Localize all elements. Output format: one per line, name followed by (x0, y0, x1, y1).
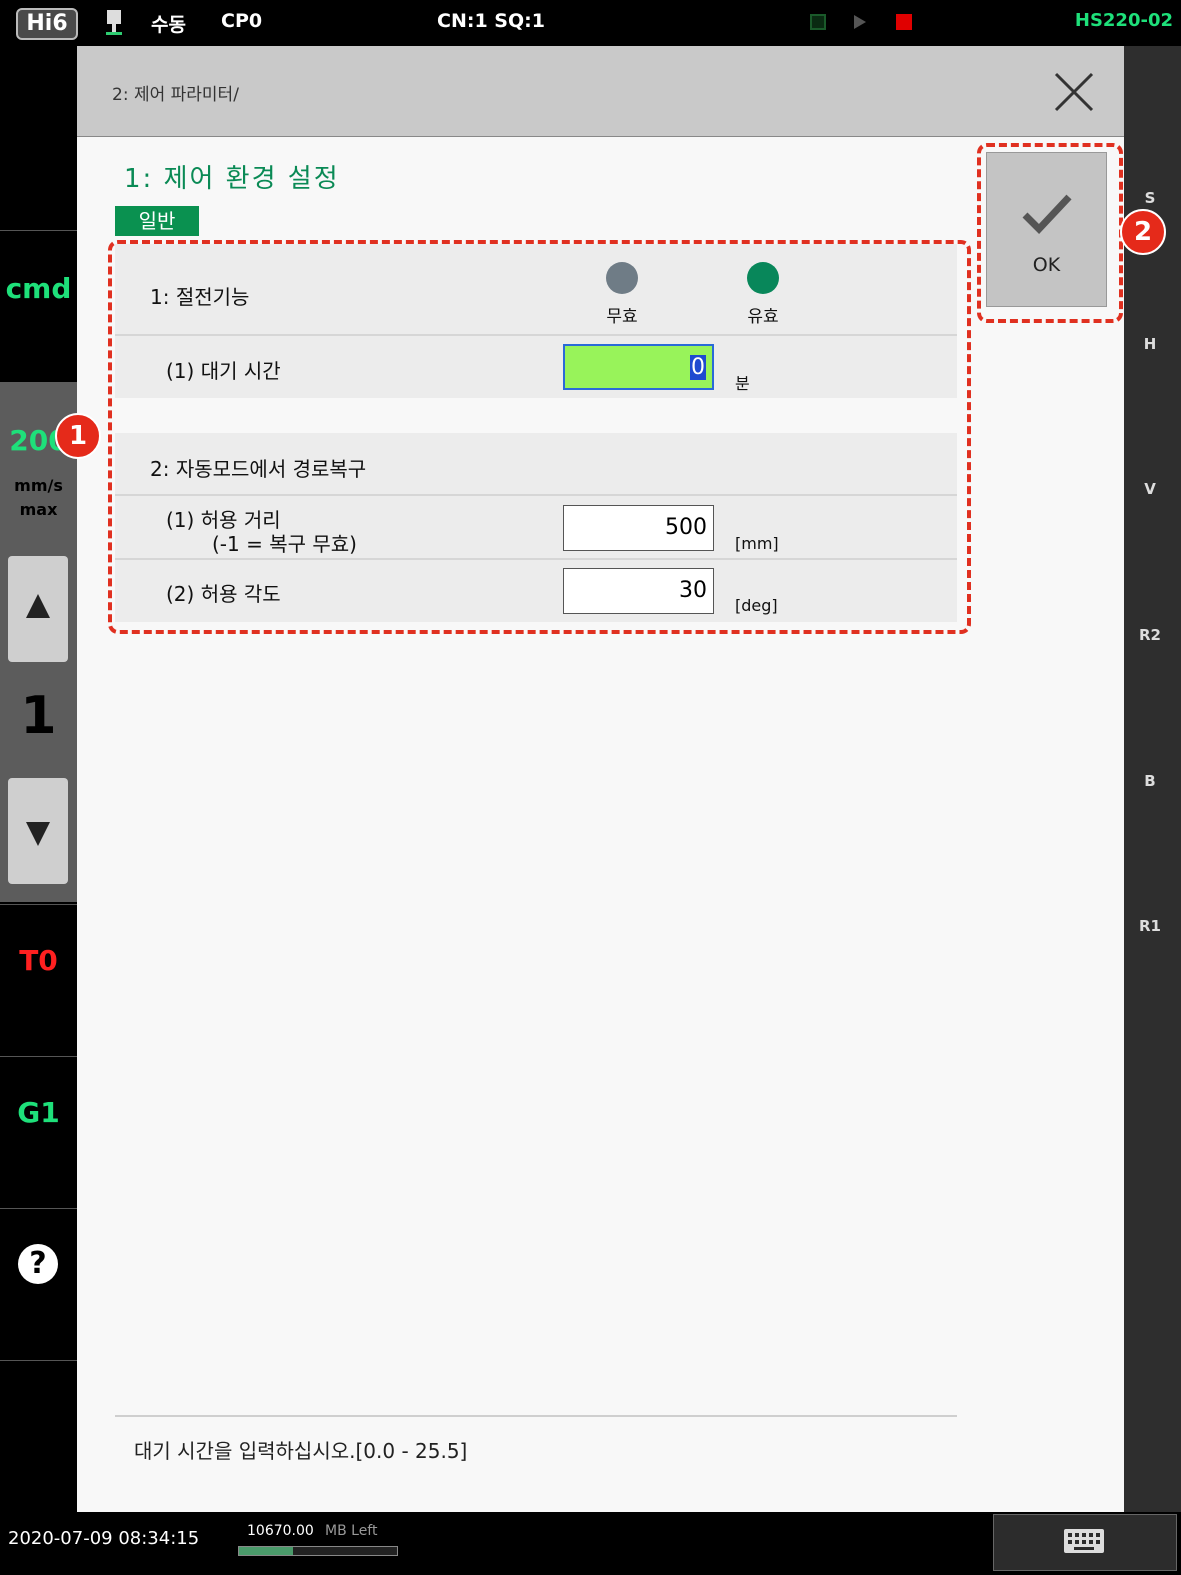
max-label: max (19, 500, 58, 519)
message-divider (115, 1415, 957, 1417)
speed-p-label: P (30, 62, 47, 87)
axis-label-r2: R2 (1139, 626, 1161, 644)
keyboard-button[interactable] (993, 1514, 1177, 1571)
axis-label-v: V (1144, 480, 1156, 498)
play-icon (852, 14, 868, 34)
teach-pendant-icon (104, 8, 124, 38)
memory-unit: MB Left (325, 1523, 378, 1539)
cmd-sub-label: 실행단위 (1, 338, 68, 359)
cp-label: CP0 (221, 10, 263, 32)
highlight-ok-box (977, 143, 1123, 323)
gun-label: 건 (29, 1162, 48, 1184)
step-down-button[interactable] (8, 778, 68, 884)
annotation-badge-1: 1 (55, 413, 101, 459)
datetime: 2020-07-09 08:34:15 (8, 1528, 200, 1549)
gun-code: G1 (17, 1096, 60, 1129)
motor-status-icon (810, 14, 826, 30)
speed-value: 60 (23, 94, 54, 119)
tool-label: 툴 (29, 1010, 48, 1032)
memory-value: 10670.00 (247, 1523, 314, 1539)
memory-bar-fill (239, 1547, 293, 1555)
axis-label-h: H (1143, 335, 1157, 353)
breadcrumb: 2: 제어 파라미터/ (112, 85, 239, 105)
step-value: 1 (20, 686, 57, 746)
t-label: T0 (23, 187, 54, 212)
keyboard-icon (1064, 1529, 1104, 1553)
highlight-settings-box (108, 240, 971, 634)
mode-label: 수동 (151, 14, 186, 36)
a-label: A0 (22, 157, 55, 182)
axis-label-s: S (1144, 189, 1156, 207)
axis-label-b: B (1144, 772, 1156, 790)
axis-label-r1: R1 (1139, 917, 1161, 935)
step-up-button[interactable] (8, 556, 68, 662)
cmd-label: cmd (5, 272, 72, 305)
speed-unit: % (31, 122, 46, 137)
arrow-down-icon (26, 822, 50, 846)
close-icon[interactable] (1052, 70, 1096, 114)
page-title: 1: 제어 환경 설정 (124, 164, 340, 194)
tab-general[interactable]: 일반 (115, 206, 199, 236)
tool-code: T0 (19, 944, 58, 977)
help-label: 도움말 (12, 1314, 65, 1336)
hi6-logo: Hi6 (16, 8, 78, 40)
robot-model: HS220-02 (1074, 10, 1173, 31)
annotation-badge-2: 2 (1120, 209, 1166, 255)
memory-bar (238, 1546, 398, 1556)
stop-icon (896, 14, 912, 30)
arrow-up-icon (26, 594, 50, 618)
cn-sq-label: CN:1 SQ:1 (437, 10, 545, 32)
max-speed-unit: mm/s (14, 476, 63, 495)
help-icon: ? (18, 1244, 58, 1284)
hint-message: 대기 시간을 입력하십시오.[0.0 - 25.5] (134, 1439, 468, 1463)
